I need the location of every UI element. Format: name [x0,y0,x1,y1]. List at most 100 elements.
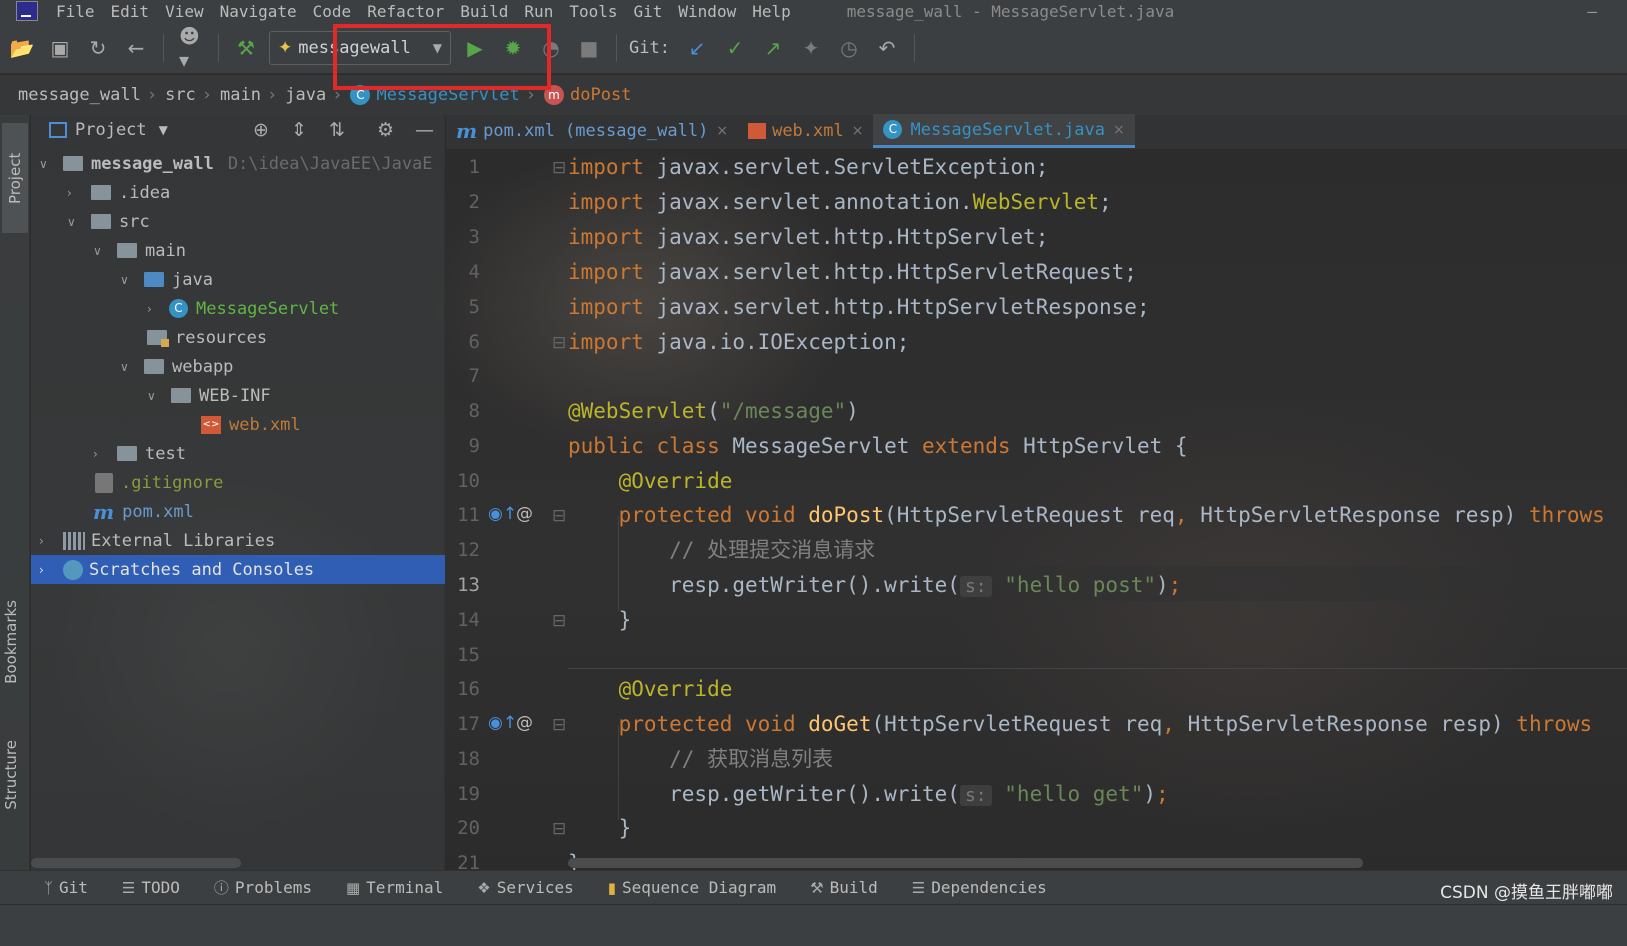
rollback-icon[interactable]: ↶ [875,36,899,60]
menu-file[interactable]: File [56,2,95,21]
fold-icon[interactable]: ⊟ [552,158,566,178]
project-horizontal-scrollbar[interactable] [31,858,241,868]
run-icon[interactable]: ▶ [463,36,487,60]
menu-build[interactable]: Build [460,2,508,21]
tree-item-scratches[interactable]: › Scratches and Consoles [31,555,445,584]
tool-tab-services[interactable]: ❖ Services [477,878,574,897]
fold-icon[interactable]: ⊟ [552,819,566,839]
tool-tab-sequence-diagram[interactable]: ▮ Sequence Diagram [608,878,776,897]
sync-icon[interactable]: ↻ [86,36,110,60]
minimize-button[interactable]: – [1587,2,1597,21]
breadcrumb-item[interactable]: doPost [570,85,631,105]
coverage-icon[interactable]: ◔ [539,36,563,60]
menu-view[interactable]: View [165,2,204,21]
user-icon[interactable]: ☻▾ [179,24,203,72]
tool-tab-dependencies[interactable]: ☰ Dependencies [912,878,1047,897]
locate-target-icon[interactable]: ⊕ [253,119,269,141]
menu-code[interactable]: Code [313,2,352,21]
web-mapping-icon[interactable]: @ [516,713,533,733]
tab-pom-xml[interactable]: m pom.xml (message_wall) × [446,114,738,148]
breadcrumb-item[interactable]: src [165,85,196,105]
override-method-icon[interactable]: ◉↑ [488,504,517,524]
chevron-down-icon[interactable]: ▼ [159,123,168,137]
git-update-icon[interactable]: ↙ [685,36,709,60]
save-icon[interactable]: ▣ [48,36,72,60]
debug-bug-icon[interactable]: ✹ [501,36,525,60]
breadcrumb-item[interactable]: main [220,85,261,105]
back-arrow-icon[interactable]: ← [124,36,148,60]
chevron-right-icon[interactable]: › [67,186,83,200]
tree-item-web-xml[interactable]: <> web.xml [31,410,445,439]
tree-item-messageservlet[interactable]: › C MessageServlet [31,294,445,323]
tool-tab-git[interactable]: ᛉ Git [44,878,88,897]
editor-horizontal-scrollbar[interactable] [568,858,1363,868]
fold-icon[interactable]: ⊟ [552,611,566,631]
chevron-right-icon[interactable]: › [93,447,109,461]
menu-run[interactable]: Run [524,2,553,21]
close-icon[interactable]: × [1113,122,1125,138]
git-push-icon[interactable]: ↗ [761,36,785,60]
close-icon[interactable]: × [852,123,864,139]
tree-item-web-inf[interactable]: ∨ WEB-INF [31,381,445,410]
override-method-icon[interactable]: ◉↑ [488,713,517,733]
tool-tab-bookmarks[interactable]: Bookmarks [2,600,20,684]
tree-item-gitignore[interactable]: .gitignore [31,468,445,497]
git-merge-icon[interactable]: ✦ [799,36,823,60]
tool-tab-project[interactable]: Project [2,123,28,233]
project-panel-title[interactable]: Project [75,120,147,140]
tree-item-java[interactable]: ∨ java [31,265,445,294]
chevron-right-icon[interactable]: › [147,302,163,316]
gear-icon[interactable]: ⚙ [377,119,394,141]
chevron-down-icon[interactable]: ∨ [67,215,83,229]
tree-item-webapp[interactable]: ∨ webapp [31,352,445,381]
tab-messageservlet-java[interactable]: C MessageServlet.java × [873,114,1135,148]
close-icon[interactable]: × [716,123,728,139]
folder-icon [171,388,191,403]
open-folder-icon[interactable]: 📂 [10,36,35,60]
chevron-down-icon[interactable]: ∨ [120,360,136,374]
menu-help[interactable]: Help [752,2,791,21]
tool-tab-structure[interactable]: Structure [2,740,20,810]
tool-tab-problems[interactable]: ⓘ Problems [214,877,312,898]
stop-icon[interactable]: ■ [577,36,601,60]
tree-item-pom-xml[interactable]: m pom.xml [31,497,445,526]
chevron-right-icon[interactable]: › [39,563,55,577]
history-clock-icon[interactable]: ◷ [837,36,861,60]
breadcrumb-item[interactable]: message_wall [18,85,141,105]
menu-window[interactable]: Window [678,2,736,21]
fold-icon[interactable]: ⊟ [552,715,566,735]
web-mapping-icon[interactable]: @ [516,504,533,524]
chevron-down-icon[interactable]: ∨ [39,157,55,171]
expand-all-icon[interactable]: ⇕ [291,119,307,141]
tree-item-src[interactable]: ∨ src [31,207,445,236]
tab-web-xml[interactable]: web.xml × [738,114,873,148]
menu-refactor[interactable]: Refactor [367,2,444,21]
build-hammer-icon[interactable]: ⚒ [234,36,258,60]
chevron-right-icon[interactable]: › [39,534,55,548]
chevron-down-icon[interactable]: ∨ [93,244,109,258]
tree-item-idea[interactable]: › .idea [31,178,445,207]
code-editor[interactable]: import javax.servlet.ServletException; i… [568,150,1627,870]
menu-tools[interactable]: Tools [569,2,617,21]
menu-git[interactable]: Git [634,2,663,21]
breadcrumb-item[interactable]: java [285,85,326,105]
tool-tab-build[interactable]: ⚒ Build [810,878,878,897]
tool-tab-todo[interactable]: ☰ TODO [122,878,180,897]
tool-tab-terminal[interactable]: ▦ Terminal [346,878,443,897]
run-configuration-selector[interactable]: ✦ messagewall ▼ [269,30,451,65]
chevron-down-icon[interactable]: ∨ [120,273,136,287]
fold-icon[interactable]: ⊟ [552,333,566,353]
tree-item-external-libraries[interactable]: › External Libraries [31,526,445,555]
menu-edit[interactable]: Edit [111,2,150,21]
tree-item-resources[interactable]: resources [31,323,445,352]
chevron-down-icon[interactable]: ∨ [147,389,163,403]
tree-item-main[interactable]: ∨ main [31,236,445,265]
tree-item-message-wall[interactable]: ∨ message_wall D:\idea\JavaEE\JavaE [31,149,445,178]
collapse-all-icon[interactable]: ⇅ [329,119,345,141]
tree-item-test[interactable]: › test [31,439,445,468]
fold-icon[interactable]: ⊟ [552,506,566,526]
menu-navigate[interactable]: Navigate [220,2,297,21]
breadcrumb-item[interactable]: MessageServlet [376,85,519,105]
hide-panel-icon[interactable]: — [415,119,434,141]
git-commit-icon[interactable]: ✓ [723,36,747,60]
